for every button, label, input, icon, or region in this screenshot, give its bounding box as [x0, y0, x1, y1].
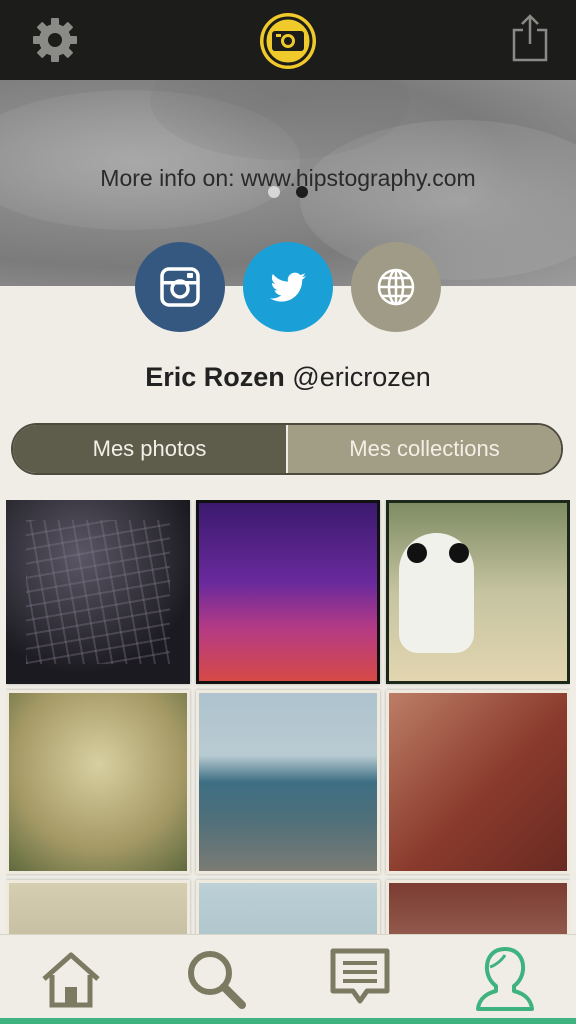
twitter-button[interactable] — [243, 242, 333, 332]
photo-thumbnail[interactable] — [386, 690, 570, 874]
photo-thumbnail[interactable] — [196, 690, 380, 874]
website-button[interactable] — [351, 242, 441, 332]
profile-icon[interactable] — [470, 943, 540, 1013]
gear-icon[interactable] — [30, 15, 80, 65]
profile-handle[interactable]: @ericrozen — [292, 362, 430, 392]
chat-icon[interactable] — [325, 943, 395, 1013]
search-icon[interactable] — [180, 943, 250, 1013]
hipstography-logo[interactable] — [258, 11, 318, 71]
instagram-icon — [160, 267, 200, 307]
share-icon[interactable] — [508, 12, 552, 64]
photo-thumbnail[interactable] — [196, 880, 380, 935]
tab-my-collections[interactable]: Mes collections — [286, 425, 561, 473]
photo-grid — [6, 500, 570, 935]
instagram-button[interactable] — [135, 242, 225, 332]
segmented-control: Mes photos Mes collections — [11, 423, 563, 475]
tab-bar-accent-line — [0, 1018, 576, 1024]
home-icon[interactable] — [36, 943, 106, 1013]
globe-icon — [377, 268, 415, 306]
twitter-icon — [270, 272, 306, 302]
photo-thumbnail[interactable] — [6, 690, 190, 874]
photo-thumbnail[interactable] — [6, 880, 190, 935]
photo-thumbnail[interactable] — [386, 500, 570, 684]
photo-thumbnail[interactable] — [6, 500, 190, 684]
profile-name: Eric Rozen — [145, 362, 285, 392]
profile-name-line: Eric Rozen @ericrozen — [0, 362, 576, 393]
photo-thumbnail[interactable] — [196, 500, 380, 684]
tab-my-photos[interactable]: Mes photos — [13, 425, 286, 473]
bottom-tab-bar — [0, 934, 576, 1024]
photo-thumbnail[interactable] — [386, 880, 570, 935]
top-bar — [0, 0, 576, 80]
info-text: More info on: www.hipstography.com — [100, 165, 476, 191]
